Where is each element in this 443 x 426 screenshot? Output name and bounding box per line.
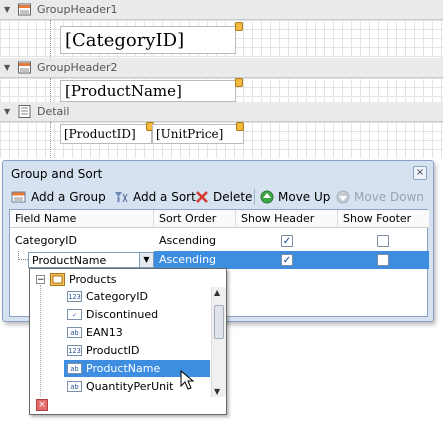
field-name-dropdown-value: ProductName — [32, 254, 107, 267]
move-down-button[interactable]: Move Down — [336, 187, 424, 207]
scroll-up-icon[interactable]: ▲ — [214, 288, 220, 297]
close-button[interactable]: × — [413, 166, 427, 180]
numeric-field-icon: 123 — [67, 291, 82, 302]
add-group-label: Add a Group — [31, 190, 106, 204]
boolean-field-icon: ✓ — [67, 309, 82, 320]
band-body-detail[interactable]: [ProductID] [UnitPrice] — [0, 122, 443, 158]
tree-item-label: Discontinued — [86, 308, 159, 321]
detail-band-icon — [18, 105, 31, 118]
toolbar-separator — [254, 189, 255, 205]
dropdown-arrow-icon[interactable]: ▼ — [139, 253, 153, 267]
column-header-show-header[interactable]: Show Header — [236, 210, 338, 228]
string-field-icon: ab — [67, 381, 82, 392]
tree-root-label: Products — [69, 273, 117, 286]
band-body-groupheader2[interactable]: [ProductName] — [0, 78, 443, 102]
band-body-groupheader1[interactable]: [CategoryID] — [0, 20, 443, 58]
tree-item-quantityperunit[interactable]: ab QuantityPerUnit — [67, 378, 173, 395]
field-name-cell[interactable]: CategoryID — [10, 232, 82, 250]
smart-tag-icon[interactable] — [235, 22, 243, 31]
tree-item-label: EAN13 — [86, 326, 123, 339]
group-header-icon — [18, 3, 31, 16]
add-group-button[interactable]: Add a Group — [11, 187, 106, 207]
tree-item-label: ProductName — [86, 362, 161, 375]
product-id-field[interactable]: [ProductID] — [60, 124, 152, 144]
string-field-icon: ab — [67, 327, 82, 338]
column-header-field-name[interactable]: Field Name — [10, 210, 154, 228]
table-row[interactable]: ProductName ▼ Ascending ✓ — [10, 251, 429, 269]
tree-item-discontinued[interactable]: ✓ Discontinued — [67, 306, 158, 323]
numeric-field-icon: 123 — [67, 345, 82, 356]
band-label: GroupHeader1 — [37, 3, 118, 16]
tree-item-productid[interactable]: 123 ProductID — [67, 342, 139, 359]
scroll-down-icon[interactable]: ▼ — [214, 387, 220, 396]
field-list-popup: − Products 123 CategoryID ✓ Discontinued… — [29, 268, 227, 415]
band-header-groupheader2[interactable]: ▼ GroupHeader2 — [0, 58, 443, 78]
move-down-label: Move Down — [354, 190, 424, 204]
show-footer-checkbox[interactable] — [377, 254, 389, 266]
column-header-sort-order[interactable]: Sort Order — [154, 210, 236, 228]
field-name-dropdown[interactable]: ProductName ▼ — [28, 252, 154, 268]
margin-line — [50, 122, 51, 158]
tree-item-ean13[interactable]: ab EAN13 — [67, 324, 123, 341]
collapse-arrow-icon[interactable]: ▼ — [4, 63, 10, 72]
panel-title: Group and Sort — [11, 167, 103, 181]
smart-tag-icon[interactable] — [235, 78, 243, 87]
delete-label: Delete — [213, 190, 253, 204]
tree-connector — [18, 251, 28, 260]
margin-line — [50, 78, 51, 102]
scrollbar[interactable]: ▲ ▼ — [211, 287, 226, 397]
tree-item-categoryid[interactable]: 123 CategoryID — [67, 288, 148, 305]
tree-item-label: CategoryID — [86, 290, 148, 303]
table-icon — [50, 273, 65, 286]
scroll-thumb[interactable] — [214, 305, 224, 339]
band-label: GroupHeader2 — [37, 61, 118, 74]
category-id-field[interactable]: [CategoryID] — [60, 26, 236, 54]
unit-price-field[interactable]: [UnitPrice] — [152, 124, 244, 144]
table-row[interactable]: CategoryID Ascending ✓ — [10, 232, 429, 250]
move-up-icon — [260, 190, 274, 204]
toolbar: Add a Group Add a Sort Delete Move Up Mo… — [9, 187, 427, 207]
cursor-icon — [180, 370, 194, 390]
show-header-checkbox[interactable]: ✓ — [281, 254, 293, 266]
collapse-arrow-icon[interactable]: ▼ — [4, 107, 10, 116]
add-sort-label: Add a Sort — [133, 190, 196, 204]
band-header-groupheader1[interactable]: ▼ GroupHeader1 — [0, 0, 443, 20]
add-group-icon — [11, 191, 26, 203]
tree-line — [40, 285, 41, 397]
collapse-arrow-icon[interactable]: ▼ — [4, 5, 10, 14]
collapse-toggle-icon[interactable]: − — [36, 275, 45, 285]
add-sort-icon — [115, 192, 128, 203]
band-header-detail[interactable]: ▼ Detail — [0, 102, 443, 122]
group-header-icon — [18, 61, 31, 74]
tree-item-label: QuantityPerUnit — [86, 380, 174, 393]
product-name-field[interactable]: [ProductName] — [60, 80, 236, 102]
band-label: Detail — [37, 105, 70, 118]
column-header-show-footer[interactable]: Show Footer — [338, 210, 429, 228]
margin-line — [50, 20, 51, 58]
show-footer-checkbox[interactable] — [377, 235, 389, 247]
sort-order-cell[interactable]: Ascending — [154, 251, 221, 269]
tree-root-products[interactable]: Products — [50, 271, 117, 288]
smart-tag-icon[interactable] — [236, 122, 244, 131]
tree-item-productname[interactable]: ab ProductName — [67, 360, 160, 377]
move-up-button[interactable]: Move Up — [260, 187, 330, 207]
move-down-icon — [336, 190, 350, 204]
move-up-label: Move Up — [278, 190, 331, 204]
close-popup-icon[interactable]: × — [36, 399, 48, 411]
add-sort-button[interactable]: Add a Sort — [113, 187, 196, 207]
delete-button[interactable]: Delete — [195, 187, 252, 207]
string-field-icon: ab — [67, 363, 82, 374]
delete-icon — [196, 191, 208, 203]
tree-item-label: ProductID — [86, 344, 140, 357]
show-header-checkbox[interactable]: ✓ — [281, 235, 293, 247]
sort-order-cell[interactable]: Ascending — [154, 232, 221, 250]
